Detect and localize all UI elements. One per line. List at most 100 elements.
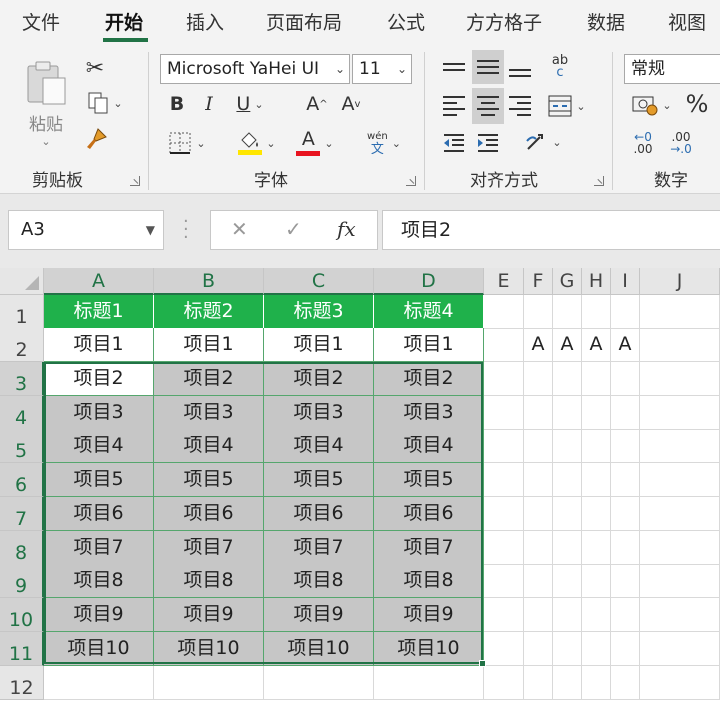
cell-G1[interactable] [553,295,582,329]
cell-B10[interactable]: 项目9 [154,598,264,632]
cell-F8[interactable] [524,531,553,565]
cell-G8[interactable] [553,531,582,565]
align-top-button[interactable] [440,52,468,82]
cell-D3[interactable]: 项目2 [374,362,484,396]
align-bottom-button[interactable] [506,58,534,88]
cell-I8[interactable] [611,531,640,565]
row-header[interactable]: 4 [0,396,44,430]
cell-J5[interactable] [640,429,720,463]
cancel-icon[interactable]: ✕ [231,217,248,241]
percent-style-button[interactable]: % [682,88,712,120]
cell-E12[interactable] [484,666,524,700]
cell-H5[interactable] [582,429,611,463]
cell-J4[interactable] [640,396,720,430]
cell-H2[interactable]: A [582,328,611,362]
tab-fangfang[interactable]: 方方格子 [466,8,542,35]
number-format-select[interactable]: 常规 [624,54,720,84]
cell-C9[interactable]: 项目8 [264,564,374,598]
phonetic-guide-button[interactable]: wén 文 ⌄ [360,126,408,160]
cell-A8[interactable]: 项目7 [44,531,154,565]
cell-I2[interactable]: A [611,328,640,362]
column-header[interactable]: D [374,268,484,295]
cell-J7[interactable] [640,497,720,531]
cell-A1[interactable]: 标题1 [44,295,154,329]
cell-G12[interactable] [553,666,582,700]
cell-G7[interactable] [553,497,582,531]
cell-F2[interactable]: A [524,328,553,362]
cell-I4[interactable] [611,396,640,430]
column-header[interactable]: G [553,268,582,295]
cell-G6[interactable] [553,463,582,497]
cell-D6[interactable]: 项目5 [374,463,484,497]
bold-button[interactable]: B [166,90,188,118]
cell-C3[interactable]: 项目2 [264,362,374,396]
insert-function-icon[interactable]: fx [337,217,356,241]
cell-I9[interactable] [611,564,640,598]
cell-C6[interactable]: 项目5 [264,463,374,497]
cell-B1[interactable]: 标题2 [154,295,264,329]
tab-file[interactable]: 文件 [22,8,60,35]
row-header[interactable]: 8 [0,531,44,565]
cell-H7[interactable] [582,497,611,531]
cell-B9[interactable]: 项目8 [154,564,264,598]
cell-H11[interactable] [582,632,611,666]
column-header[interactable]: C [264,268,374,295]
column-header[interactable]: J [640,268,720,295]
select-all-button[interactable] [0,268,44,295]
cell-C7[interactable]: 项目6 [264,497,374,531]
clipboard-launcher-icon[interactable] [130,176,140,186]
cell-G9[interactable] [553,564,582,598]
tab-data[interactable]: 数据 [587,8,625,35]
cell-H1[interactable] [582,295,611,329]
cell-F1[interactable] [524,295,553,329]
cell-F10[interactable] [524,598,553,632]
decrease-indent-button[interactable] [440,128,468,158]
cell-G2[interactable]: A [553,328,582,362]
increase-indent-button[interactable] [474,128,502,158]
cell-A3[interactable]: 项目2 [44,362,154,396]
cell-E3[interactable] [484,362,524,396]
cell-B3[interactable]: 项目2 [154,362,264,396]
cell-A11[interactable]: 项目10 [44,632,154,666]
cell-J2[interactable] [640,328,720,362]
column-header[interactable]: B [154,268,264,295]
cell-E7[interactable] [484,497,524,531]
alignment-launcher-icon[interactable] [594,176,604,186]
font-color-button[interactable]: A ⌄ [290,126,340,160]
cell-A2[interactable]: 项目1 [44,328,154,362]
cell-A4[interactable]: 项目3 [44,396,154,430]
cell-B6[interactable]: 项目5 [154,463,264,497]
cell-G5[interactable] [553,429,582,463]
align-right-button[interactable] [506,90,534,122]
cell-E10[interactable] [484,598,524,632]
row-header[interactable]: 11 [0,632,44,666]
cell-E6[interactable] [484,463,524,497]
cell-C8[interactable]: 项目7 [264,531,374,565]
column-header[interactable]: H [582,268,611,295]
cell-I11[interactable] [611,632,640,666]
row-header[interactable]: 5 [0,429,44,463]
cell-A7[interactable]: 项目6 [44,497,154,531]
cell-H8[interactable] [582,531,611,565]
cell-J1[interactable] [640,295,720,329]
cell-D5[interactable]: 项目4 [374,429,484,463]
cell-C1[interactable]: 标题3 [264,295,374,329]
cell-B2[interactable]: 项目1 [154,328,264,362]
format-painter-button[interactable] [82,124,110,154]
wrap-text-button[interactable]: ab c [544,52,576,82]
cell-B4[interactable]: 项目3 [154,396,264,430]
cell-J9[interactable] [640,564,720,598]
cell-J6[interactable] [640,463,720,497]
cell-G4[interactable] [553,396,582,430]
tab-insert[interactable]: 插入 [186,8,224,35]
underline-button[interactable]: U ⌄ [230,90,270,118]
cell-B5[interactable]: 项目4 [154,429,264,463]
cell-I5[interactable] [611,429,640,463]
grow-font-button[interactable]: A ^ [302,90,332,118]
cell-F4[interactable] [524,396,553,430]
cell-I10[interactable] [611,598,640,632]
column-header[interactable]: I [611,268,640,295]
cell-H10[interactable] [582,598,611,632]
cell-C2[interactable]: 项目1 [264,328,374,362]
font-launcher-icon[interactable] [406,176,416,186]
